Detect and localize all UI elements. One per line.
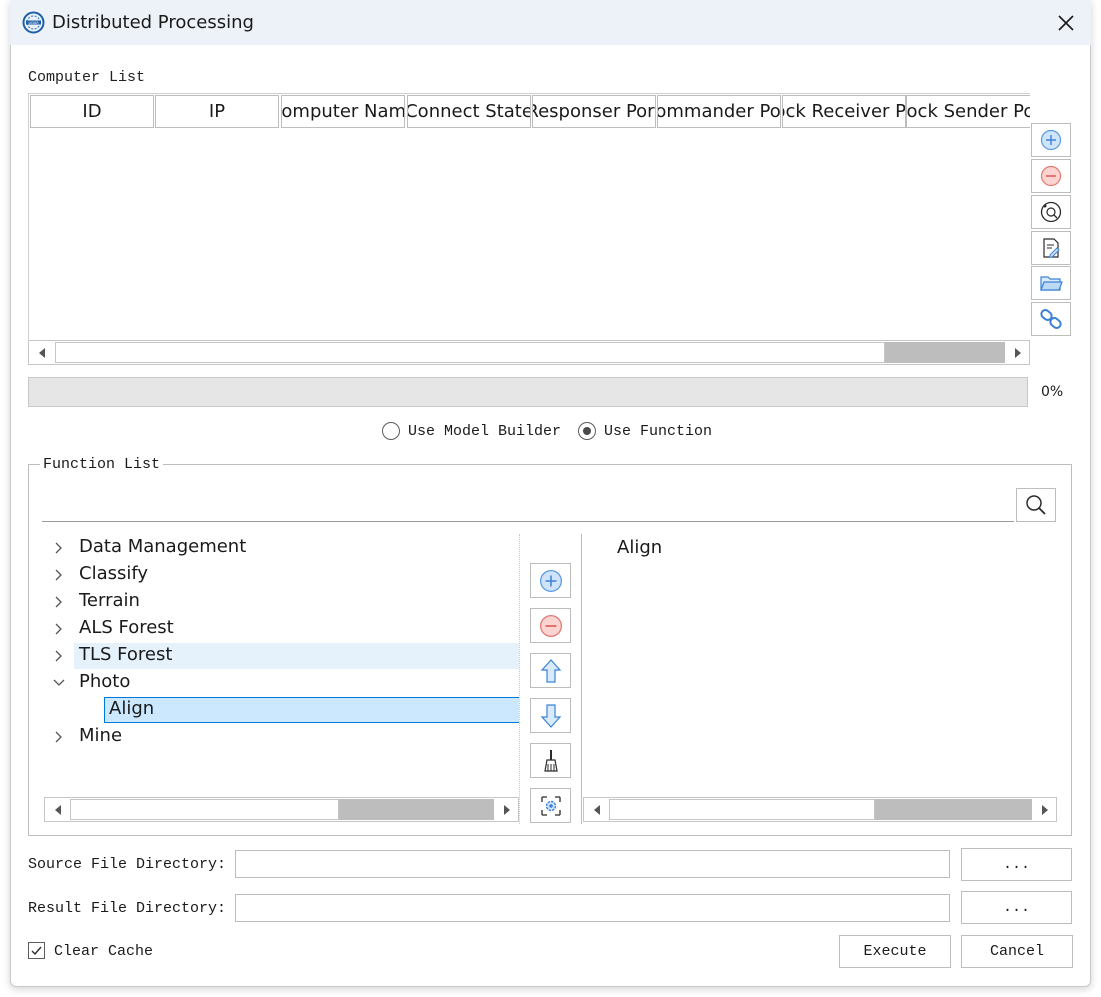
clear-cache-label[interactable]: Clear Cache [54, 943, 153, 960]
search-button[interactable] [1016, 488, 1056, 522]
function-search-input[interactable] [42, 488, 1014, 522]
scroll-right-icon[interactable] [1005, 341, 1030, 364]
result-directory-label: Result File Directory: [28, 900, 227, 917]
arrow-down-icon [540, 703, 561, 728]
tree-item-terrain[interactable]: Terrain [42, 589, 519, 615]
scrollbar-thumb[interactable] [609, 799, 875, 820]
remove-icon [1040, 165, 1062, 187]
chevron-right-icon[interactable] [52, 594, 66, 610]
link-icon [1040, 309, 1062, 329]
use-function-radio[interactable] [578, 422, 596, 440]
function-tree[interactable]: Data Management Classify Terrain ALS For… [42, 534, 520, 824]
column-header-responser-port[interactable]: Responser Port [532, 95, 656, 128]
tree-item-classify[interactable]: Classify [42, 562, 519, 588]
add-computer-button[interactable] [1031, 123, 1071, 157]
tree-item-data-management[interactable]: Data Management [42, 535, 519, 561]
function-settings-button[interactable] [530, 788, 571, 823]
progress-bar [28, 377, 1028, 407]
clear-cache-checkbox[interactable] [28, 942, 45, 959]
folder-open-icon [1040, 276, 1063, 291]
scrollbar-thumb[interactable] [55, 342, 885, 363]
selected-functions-list[interactable] [581, 534, 1057, 824]
scrollbar-track [875, 799, 1032, 820]
chevron-down-icon[interactable] [52, 675, 66, 691]
connect-button[interactable] [1031, 302, 1071, 336]
tree-hscrollbar[interactable] [44, 797, 519, 822]
svg-text:LIDAR: LIDAR [28, 21, 39, 25]
tree-item-tls-forest[interactable]: TLS Forest [42, 643, 519, 669]
column-header-block-receiver-port[interactable]: Block Receiver Port [782, 95, 906, 128]
result-directory-input[interactable] [235, 894, 950, 922]
selection-highlight [104, 697, 519, 723]
source-browse-button[interactable]: ... [961, 848, 1072, 881]
chevron-right-icon[interactable] [52, 648, 66, 664]
open-folder-button[interactable] [1031, 266, 1071, 300]
execute-button[interactable]: Execute [839, 935, 951, 968]
add-function-button[interactable] [530, 563, 571, 598]
computer-list-label: Computer List [28, 69, 146, 86]
scroll-right-icon[interactable] [494, 798, 519, 821]
scan-icon [1040, 201, 1062, 223]
scroll-left-icon[interactable] [584, 798, 609, 821]
progress-percent: 0% [1041, 384, 1064, 400]
app-logo-icon: LIDAR [22, 11, 45, 34]
cancel-button[interactable]: Cancel [961, 935, 1073, 968]
settings-icon [540, 795, 561, 816]
column-header-commander-port[interactable]: Commander Port [657, 95, 781, 128]
function-list-label: Function List [40, 456, 164, 473]
source-directory-input[interactable] [235, 850, 950, 878]
remove-computer-button[interactable] [1031, 159, 1071, 193]
column-header-id[interactable]: ID [30, 95, 154, 128]
column-header-computer-name[interactable]: Computer Name [281, 95, 405, 128]
search-icon [1026, 495, 1046, 515]
scroll-left-icon[interactable] [45, 798, 70, 821]
column-header-block-sender-port[interactable]: Block Sender Port [906, 95, 1030, 128]
tree-item-photo[interactable]: Photo [42, 670, 519, 696]
edit-computer-button[interactable] [1031, 231, 1071, 265]
use-function-label[interactable]: Use Function [604, 423, 712, 440]
source-directory-label: Source File Directory: [28, 856, 227, 873]
scan-computers-button[interactable] [1031, 195, 1071, 229]
selected-function-item[interactable]: Align [617, 537, 662, 558]
arrow-up-icon [540, 658, 561, 683]
use-model-builder-radio[interactable] [382, 422, 400, 440]
edit-icon [1043, 238, 1060, 258]
scrollbar-track [885, 342, 1005, 363]
computer-table-hscrollbar[interactable] [28, 340, 1030, 365]
chevron-right-icon[interactable] [52, 540, 66, 556]
column-header-connect-state[interactable]: Connect State [407, 95, 531, 128]
window-title: Distributed Processing [52, 12, 254, 33]
scroll-right-icon[interactable] [1032, 798, 1057, 821]
add-icon [539, 569, 562, 592]
computer-table[interactable]: ID IP Computer Name Connect State Respon… [28, 93, 1030, 341]
move-down-button[interactable] [530, 698, 571, 733]
scroll-left-icon[interactable] [29, 341, 54, 364]
result-browse-button[interactable]: ... [961, 891, 1072, 924]
selected-list-hscrollbar[interactable] [583, 797, 1057, 822]
chevron-right-icon[interactable] [52, 567, 66, 583]
chevron-right-icon[interactable] [52, 729, 66, 745]
column-header-ip[interactable]: IP [155, 95, 279, 128]
clear-functions-button[interactable] [530, 743, 571, 778]
tree-item-als-forest[interactable]: ALS Forest [42, 616, 519, 642]
move-up-button[interactable] [530, 653, 571, 688]
close-icon [1058, 15, 1074, 31]
brush-icon [543, 749, 558, 772]
remove-icon [539, 614, 562, 637]
scrollbar-thumb[interactable] [70, 799, 339, 820]
tree-item-align[interactable]: Align [42, 697, 519, 723]
use-model-builder-label[interactable]: Use Model Builder [408, 423, 561, 440]
close-button[interactable] [1048, 6, 1084, 40]
tree-item-mine[interactable]: Mine [42, 724, 519, 750]
scrollbar-track [339, 799, 494, 820]
remove-function-button[interactable] [530, 608, 571, 643]
chevron-right-icon[interactable] [52, 621, 66, 637]
add-icon [1040, 129, 1062, 151]
checkmark-icon [31, 946, 42, 956]
